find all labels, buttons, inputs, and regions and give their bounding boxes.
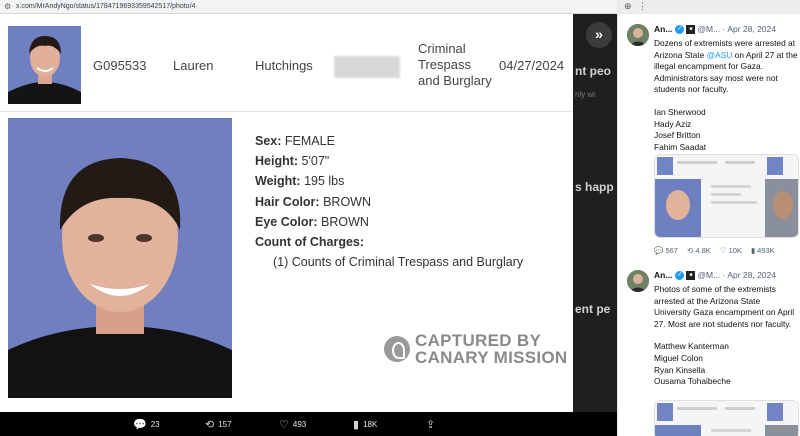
name-line: Hady Aziz <box>654 118 692 129</box>
arrest-date: 04/27/2024 <box>499 58 565 73</box>
avatar[interactable] <box>627 270 649 292</box>
affiliate-badge-icon: ■ <box>686 24 696 34</box>
verified-icon: ✓ <box>675 24 685 34</box>
detail-height: Height: 5'07" <box>255 154 330 169</box>
affiliate-badge-icon: ■ <box>686 270 696 280</box>
bar-chart-icon: ▮ <box>353 419 360 431</box>
detail-hair-color: Hair Color: BROWN <box>255 194 371 209</box>
charge-line: (1) Counts of Criminal Trespass and Burg… <box>273 255 524 270</box>
like-count[interactable]: ♡ 10K <box>720 246 742 255</box>
heart-icon: ♡ <box>279 419 289 431</box>
record-summary-row: G095533 Lauren Hutchings Criminal Trespa… <box>0 14 573 112</box>
canary-logo-icon <box>384 336 410 362</box>
author-name[interactable]: An... <box>654 24 672 34</box>
charges-label: Count of Charges: <box>255 235 365 250</box>
reply-icon: 💬 <box>133 419 147 431</box>
name-line: Fahim Saadat <box>654 141 707 152</box>
address-bar[interactable]: ⚙ x.com/MrAndyNgo/status/178471969335954… <box>0 0 617 14</box>
name-line: Ousama Tohaibeche <box>654 376 731 387</box>
repost-icon: ⟲ <box>205 419 215 431</box>
name-line: Matthew Kanterman <box>654 341 729 352</box>
name-line: Josef Britton <box>654 130 701 141</box>
reply-count[interactable]: 💬 567 <box>654 246 678 255</box>
tweet-media-grid[interactable] <box>654 400 799 436</box>
tweet-date[interactable]: · Apr 28, 2024 <box>723 270 776 280</box>
detail-weight: Weight: 195 lbs <box>255 174 345 189</box>
last-name: Hutchings <box>255 58 313 73</box>
background-heading: s happ <box>575 180 614 194</box>
booking-number: G095533 <box>93 58 147 73</box>
charge-summary: Criminal Trespass and Burglary <box>418 41 492 88</box>
repost-button[interactable]: ⟲ 157 <box>205 418 232 431</box>
reply-sidebar: ⊕ ⋮ An... ✓ ■ @M... · Apr 28, 2024 Dozen… <box>617 0 800 436</box>
sidebar-top-strip: ⊕ ⋮ <box>618 0 800 14</box>
share-button[interactable]: ⇪ <box>426 418 439 431</box>
record-details: Sex: FEMALE Height: 5'07" Weight: 195 lb… <box>255 131 523 272</box>
like-button[interactable]: ♡ 493 <box>279 418 306 431</box>
background-heading: ent pe <box>575 302 611 316</box>
repost-count[interactable]: ⟲ 4.8K <box>687 246 711 255</box>
watermark: CAPTURED BY CANARY MISSION <box>384 332 568 366</box>
site-info-icon[interactable]: ⚙ <box>4 2 14 11</box>
thumbnail-photo <box>8 26 81 104</box>
name-line: Ian Sherwood <box>654 106 706 117</box>
author-handle[interactable]: @M... <box>697 270 720 280</box>
name-line: Ryan Kinsella <box>654 364 706 375</box>
first-name: Lauren <box>173 58 214 73</box>
author-handle[interactable]: @M... <box>697 24 720 34</box>
tweet-media-grid[interactable] <box>654 154 799 238</box>
url-text[interactable]: x.com/MrAndyNgo/status/17847196933595425… <box>16 3 195 10</box>
tweet-text: Photos of some of the extremists arreste… <box>654 284 798 388</box>
detail-sex: Sex: FEMALE <box>255 134 335 148</box>
expand-sidebar-button[interactable]: » <box>586 22 612 48</box>
detail-eye-color: Eye Color: BROWN <box>255 214 369 229</box>
mention-link[interactable]: @ASU <box>707 50 733 60</box>
media-action-bar: 💬 23 ⟲ 157 ♡ 493 ▮ 18K ⇪ <box>0 412 617 436</box>
name-line: Miguel Colon <box>654 352 703 363</box>
reply-button[interactable]: 💬 23 <box>133 418 160 431</box>
view-count[interactable]: ▮ 493K <box>751 246 775 255</box>
verified-icon: ✓ <box>675 270 685 280</box>
media-viewer-image: G095533 Lauren Hutchings Criminal Trespa… <box>0 14 573 412</box>
background-heading: nt peo <box>575 64 611 78</box>
more-icon[interactable]: ⋮ <box>638 1 647 12</box>
background-snippet: nly wi <box>575 90 596 99</box>
views-button[interactable]: ▮ 18K <box>353 418 377 431</box>
avatar[interactable] <box>627 24 649 46</box>
tweet-stats: 💬 567 ⟲ 4.8K ♡ 10K ▮ 493K <box>654 246 784 255</box>
tweet-header: An... ✓ ■ @M... · Apr 28, 2024 <box>654 24 776 34</box>
author-name[interactable]: An... <box>654 270 672 280</box>
redacted-field <box>334 56 400 78</box>
tweet-header: An... ✓ ■ @M... · Apr 28, 2024 <box>654 270 776 280</box>
tweet-date[interactable]: · Apr 28, 2024 <box>723 24 776 34</box>
mugshot-photo <box>8 118 232 398</box>
tweet-text: Dozens of extremists were arrested at Ar… <box>654 38 798 152</box>
zoom-icon[interactable]: ⊕ <box>624 1 632 12</box>
share-icon: ⇪ <box>426 419 436 431</box>
